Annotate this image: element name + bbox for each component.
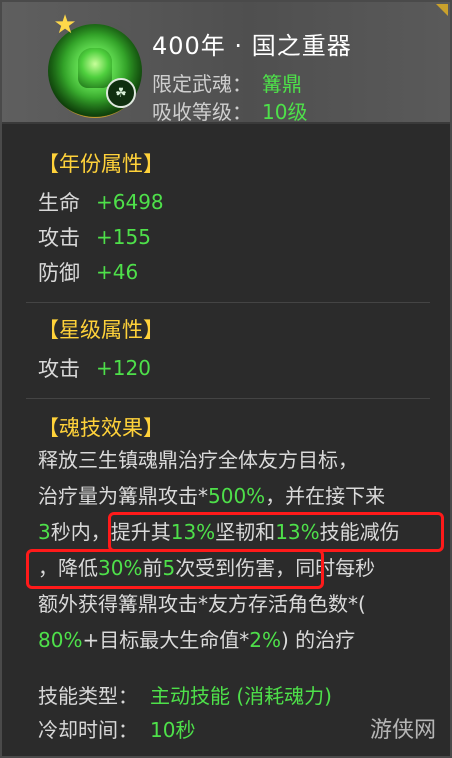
cooldown-value: 10秒	[150, 718, 196, 742]
skill-type-row: 技能类型： 主动技能 (消耗魂力)	[38, 680, 332, 710]
absorb-value: 10级	[262, 100, 308, 124]
stat-row: 生命 +6498	[38, 188, 164, 216]
section-divider	[26, 398, 430, 399]
desc-line: 额外获得篝鼎攻击*友方存活角色数*(	[38, 592, 366, 616]
skill-type-value: 主动技能 (消耗魂力)	[150, 684, 332, 708]
limited-martial-soul-row: 限定武魂： 篝鼎	[152, 68, 302, 96]
highlight-box	[108, 512, 444, 552]
stat-value: +6498	[96, 190, 164, 214]
cooldown-label: 冷却时间：	[38, 718, 138, 742]
spirit-badge-icon: ☘	[106, 78, 136, 108]
stat-row: 攻击 +120	[38, 354, 151, 382]
skill-effect-title: 【魂技效果】	[38, 416, 164, 440]
limited-label: 限定武魂：	[152, 72, 252, 96]
star-attributes-title: 【星级属性】	[38, 318, 164, 342]
limited-value: 篝鼎	[262, 72, 302, 96]
year-attributes-title: 【年份属性】	[38, 152, 164, 176]
stat-value: +46	[96, 260, 139, 284]
stat-value: +155	[96, 225, 151, 249]
highlight-box	[26, 549, 324, 589]
cooldown-row: 冷却时间： 10秒	[38, 714, 195, 744]
item-title: 400年 · 国之重器	[152, 32, 352, 60]
absorb-label: 吸收等级：	[152, 100, 252, 124]
skill-type-label: 技能类型：	[38, 684, 138, 708]
cauldron-icon	[78, 48, 112, 88]
corner-arrow-icon	[436, 4, 448, 16]
desc-line: 释放三生镇魂鼎治疗全体友方目标，	[38, 448, 358, 472]
stat-value: +120	[96, 356, 151, 380]
absorb-level-row: 吸收等级： 10级	[152, 96, 307, 124]
section-divider	[26, 302, 430, 303]
stat-name: 攻击	[38, 357, 80, 381]
stat-row: 攻击 +155	[38, 223, 151, 251]
star-icon: ★	[53, 10, 77, 40]
stat-name: 攻击	[38, 226, 80, 250]
watermark: 游侠网	[370, 718, 437, 743]
stat-name: 防御	[38, 261, 80, 285]
tooltip-header: ★ ☘ 400年 · 国之重器 限定武魂： 篝鼎 吸收等级： 10级	[2, 2, 450, 124]
stat-row: 防御 +46	[38, 258, 138, 286]
desc-line: 80%+目标最大生命值*2%) 的治疗	[38, 628, 356, 652]
stat-name: 生命	[38, 191, 80, 215]
soul-ring-tooltip: ★ ☘ 400年 · 国之重器 限定武魂： 篝鼎 吸收等级： 10级 【年份属性】 …	[0, 0, 452, 758]
desc-line: 治疗量为篝鼎攻击*500%，并在接下来	[38, 484, 386, 508]
